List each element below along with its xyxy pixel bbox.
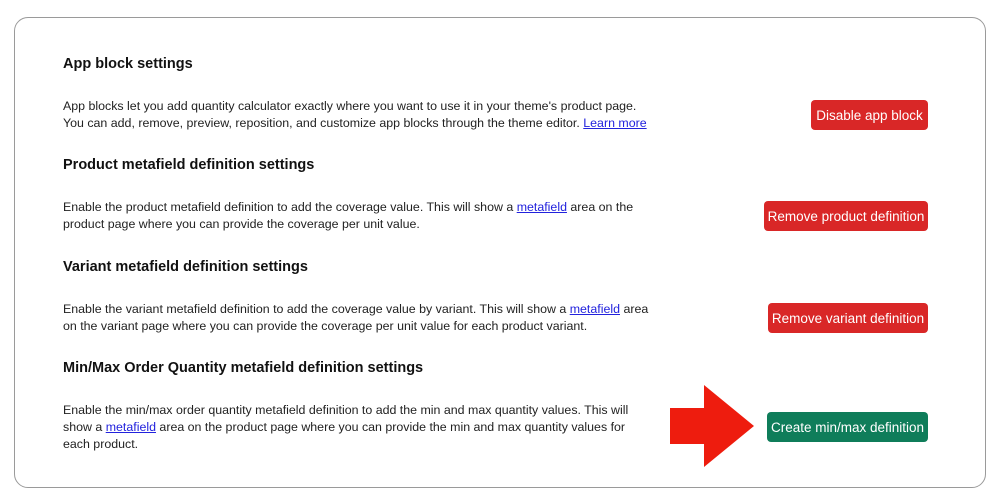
remove-variant-definition-button[interactable]: Remove variant definition xyxy=(768,303,928,333)
arrow-shape xyxy=(670,385,754,467)
section-description: Enable the min/max order quantity metafi… xyxy=(63,403,629,451)
create-min-max-definition-button[interactable]: Create min/max definition xyxy=(767,412,928,442)
section-min-max-metafield: Min/Max Order Quantity metafield definit… xyxy=(63,360,943,460)
section-heading: Min/Max Order Quantity metafield definit… xyxy=(63,360,424,376)
section-heading: Variant metafield definition settings xyxy=(63,259,308,275)
disable-app-block-button[interactable]: Disable app block xyxy=(811,100,928,130)
section-heading: Product metafield definition settings xyxy=(63,157,315,173)
section-description: Enable the variant metafield definition … xyxy=(63,302,649,333)
metafield-link[interactable]: metafield xyxy=(570,302,620,316)
arrow-right-icon xyxy=(670,385,754,467)
section-heading: App block settings xyxy=(63,56,193,72)
remove-product-definition-button[interactable]: Remove product definition xyxy=(764,201,928,231)
learn-more-link[interactable]: Learn more xyxy=(583,116,646,130)
section-description: Enable the product metafield definition … xyxy=(63,200,634,231)
metafield-link[interactable]: metafield xyxy=(517,200,567,214)
metafield-link[interactable]: metafield xyxy=(106,420,156,434)
section-description: App blocks let you add quantity calculat… xyxy=(63,99,647,130)
